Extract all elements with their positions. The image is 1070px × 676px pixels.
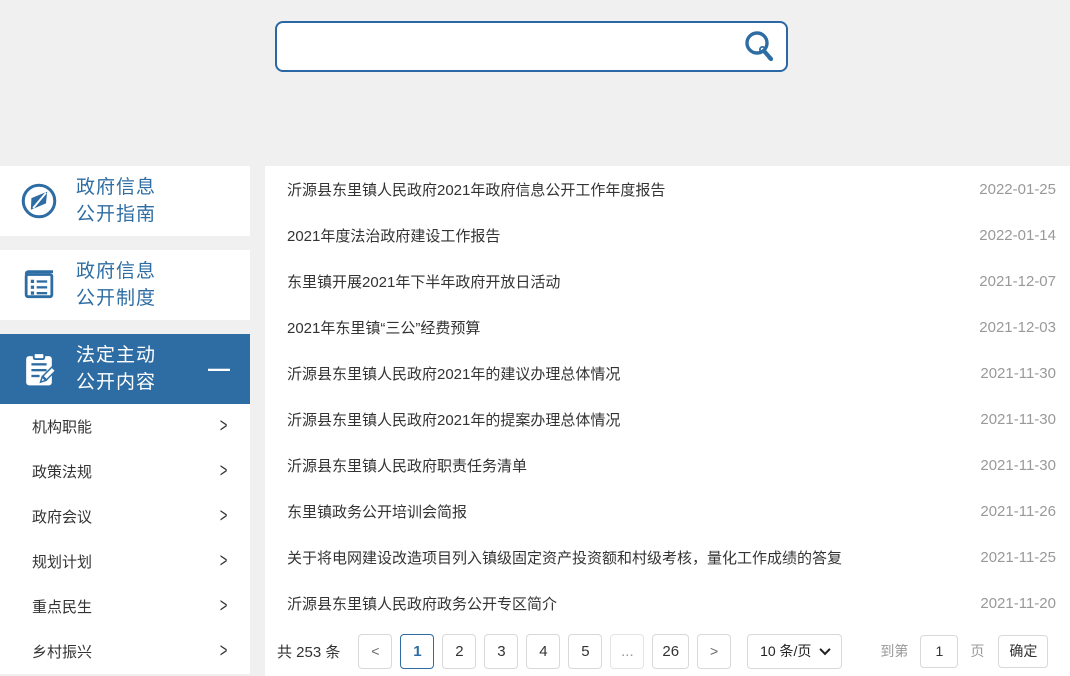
article-link[interactable]: 关于将电网建设改造项目列入镇级固定资产投资额和村级考核，量化工作成绩的答复 bbox=[287, 547, 960, 568]
sidebar-item-gov-meetings[interactable]: 政府会议 > bbox=[0, 494, 250, 539]
table-row: 东里镇开展2021年下半年政府开放日活动 2021-12-07 bbox=[265, 258, 1070, 304]
sidebar: 政府信息 公开指南 政府信息 公开制度 bbox=[0, 166, 250, 674]
page-button-2[interactable]: 2 bbox=[442, 634, 476, 669]
jump-to-label: 到第 bbox=[880, 641, 908, 661]
chevron-down-icon bbox=[820, 644, 831, 655]
page-button-26[interactable]: 26 bbox=[652, 634, 689, 669]
page-ellipsis-button[interactable]: ... bbox=[610, 634, 644, 669]
submenu-label: 规划计划 bbox=[32, 551, 92, 572]
search-icon bbox=[742, 30, 776, 64]
article-link[interactable]: 沂源县东里镇人民政府2021年政府信息公开工作年度报告 bbox=[287, 179, 959, 200]
sidebar-item-planning[interactable]: 规划计划 > bbox=[0, 539, 250, 584]
article-date: 2021-12-03 bbox=[979, 319, 1056, 336]
confirm-button[interactable]: 确定 bbox=[998, 635, 1048, 668]
next-page-button[interactable]: > bbox=[697, 634, 731, 669]
article-link[interactable]: 沂源县东里镇人民政府职责任务清单 bbox=[287, 455, 960, 476]
article-date: 2021-11-30 bbox=[980, 365, 1056, 382]
table-row: 沂源县东里镇人民政府政务公开专区简介 2021-11-20 bbox=[265, 580, 1070, 626]
page-background: 政府信息 公开指南 政府信息 公开制度 bbox=[0, 0, 1070, 676]
prev-page-button[interactable]: < bbox=[358, 634, 392, 669]
table-row: 2021年东里镇“三公”经费预算 2021-12-03 bbox=[265, 304, 1070, 350]
article-date: 2021-11-20 bbox=[980, 595, 1056, 612]
chevron-right-icon: > bbox=[220, 595, 227, 618]
sidebar-item-livelihood[interactable]: 重点民生 > bbox=[0, 584, 250, 629]
article-link[interactable]: 沂源县东里镇人民政府2021年的提案办理总体情况 bbox=[287, 409, 960, 430]
submenu-label: 政府会议 bbox=[32, 506, 92, 527]
article-date: 2021-11-30 bbox=[980, 411, 1056, 428]
jump-page-input[interactable] bbox=[920, 635, 958, 668]
table-row: 关于将电网建设改造项目列入镇级固定资产投资额和村级考核，量化工作成绩的答复 20… bbox=[265, 534, 1070, 580]
article-link[interactable]: 沂源县东里镇人民政府政务公开专区简介 bbox=[287, 593, 960, 614]
search-input[interactable] bbox=[277, 23, 732, 70]
page-size-value: 10 条/页 bbox=[760, 641, 811, 661]
sidebar-item-info-system[interactable]: 政府信息 公开制度 bbox=[0, 250, 250, 320]
article-list-panel: 沂源县东里镇人民政府2021年政府信息公开工作年度报告 2022-01-25 2… bbox=[265, 166, 1070, 676]
article-date: 2021-11-26 bbox=[980, 503, 1056, 520]
submenu-label: 重点民生 bbox=[32, 596, 92, 617]
article-link[interactable]: 2021年东里镇“三公”经费预算 bbox=[287, 317, 959, 338]
page-button-3[interactable]: 3 bbox=[484, 634, 518, 669]
page-button-1[interactable]: 1 bbox=[400, 634, 434, 669]
collapse-minus-icon: — bbox=[208, 358, 230, 380]
article-link[interactable]: 东里镇政务公开培训会简报 bbox=[287, 501, 960, 522]
chevron-right-icon: > bbox=[220, 505, 227, 528]
sidebar-item-info-guide[interactable]: 政府信息 公开指南 bbox=[0, 166, 250, 236]
article-date: 2022-01-25 bbox=[979, 181, 1056, 198]
submenu-label: 政策法规 bbox=[32, 461, 92, 482]
submenu-label: 乡村振兴 bbox=[32, 641, 92, 662]
chevron-right-icon: > bbox=[220, 460, 227, 483]
pagination-bar: 共 253 条 < 1 2 3 4 5 ... 26 > 10 条/页 到第 页… bbox=[265, 626, 1070, 676]
clipboard-pencil-icon bbox=[18, 348, 60, 390]
article-link[interactable]: 沂源县东里镇人民政府2021年的建议办理总体情况 bbox=[287, 363, 960, 384]
page-button-5[interactable]: 5 bbox=[568, 634, 602, 669]
total-count-label: 共 253 条 bbox=[277, 641, 340, 662]
table-row: 沂源县东里镇人民政府2021年政府信息公开工作年度报告 2022-01-25 bbox=[265, 166, 1070, 212]
sidebar-item-rural-revitalization[interactable]: 乡村振兴 > bbox=[0, 629, 250, 674]
submenu-label: 机构职能 bbox=[32, 416, 92, 437]
table-row: 沂源县东里镇人民政府2021年的提案办理总体情况 2021-11-30 bbox=[265, 396, 1070, 442]
sidebar-item-label: 法定主动 公开内容 bbox=[76, 342, 156, 396]
sidebar-item-label: 政府信息 公开指南 bbox=[76, 174, 156, 228]
page-size-select[interactable]: 10 条/页 bbox=[747, 634, 842, 669]
search-bar bbox=[275, 21, 788, 72]
sidebar-item-label: 政府信息 公开制度 bbox=[76, 258, 156, 312]
table-row: 沂源县东里镇人民政府2021年的建议办理总体情况 2021-11-30 bbox=[265, 350, 1070, 396]
sidebar-item-policies[interactable]: 政策法规 > bbox=[0, 449, 250, 494]
page-button-4[interactable]: 4 bbox=[526, 634, 560, 669]
chevron-right-icon: > bbox=[220, 415, 227, 438]
sidebar-submenu: 机构职能 > 政策法规 > 政府会议 > 规划计划 > 重点民生 > 乡村振兴 … bbox=[0, 404, 250, 674]
chevron-right-icon: > bbox=[220, 550, 227, 573]
compass-icon bbox=[18, 180, 60, 222]
jump-page-suffix-label: 页 bbox=[970, 641, 984, 661]
table-row: 东里镇政务公开培训会简报 2021-11-26 bbox=[265, 488, 1070, 534]
table-row: 2021年度法治政府建设工作报告 2022-01-14 bbox=[265, 212, 1070, 258]
table-row: 沂源县东里镇人民政府职责任务清单 2021-11-30 bbox=[265, 442, 1070, 488]
search-button[interactable] bbox=[732, 23, 786, 70]
sidebar-item-org-functions[interactable]: 机构职能 > bbox=[0, 404, 250, 449]
article-date: 2022-01-14 bbox=[979, 227, 1056, 244]
article-link[interactable]: 东里镇开展2021年下半年政府开放日活动 bbox=[287, 271, 959, 292]
sidebar-item-legal-disclosure[interactable]: 法定主动 公开内容 — bbox=[0, 334, 250, 404]
article-date: 2021-11-30 bbox=[980, 457, 1056, 474]
book-list-icon bbox=[18, 264, 60, 306]
article-date: 2021-11-25 bbox=[980, 549, 1056, 566]
article-date: 2021-12-07 bbox=[979, 273, 1056, 290]
article-link[interactable]: 2021年度法治政府建设工作报告 bbox=[287, 225, 959, 246]
chevron-right-icon: > bbox=[220, 640, 227, 663]
